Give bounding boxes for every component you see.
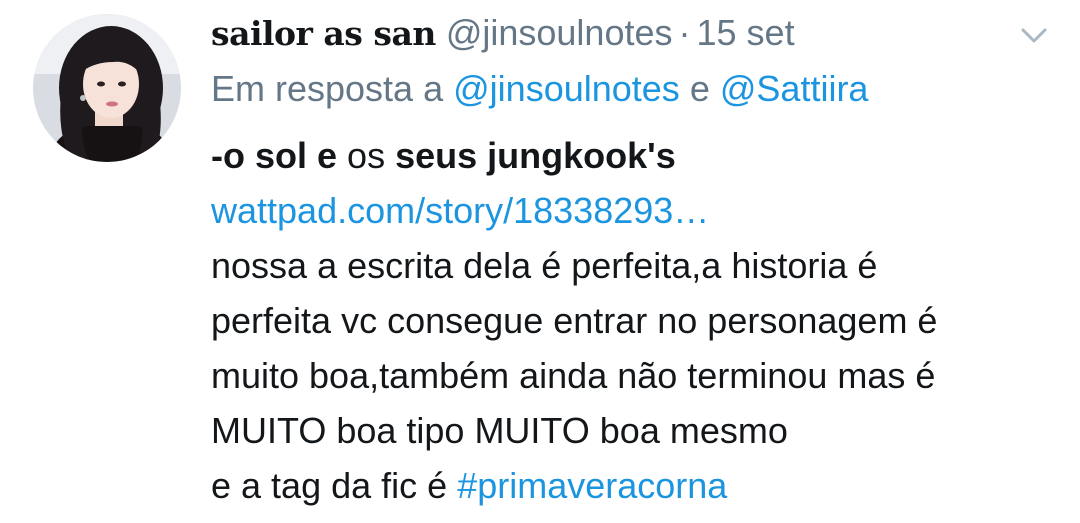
reply-prefix: Em resposta a [211, 68, 444, 109]
tweet-text: -o sol e os seus jungkook's wattpad.com/… [211, 128, 1051, 513]
reply-conjunction: e [689, 68, 710, 109]
text-line: nossa a escrita dela é perfeita,a histor… [211, 245, 878, 286]
hashtag-link[interactable]: #primaveracorna [457, 465, 727, 506]
story-title-part: seus jungkook's [395, 135, 676, 176]
avatar[interactable] [33, 14, 181, 162]
chevron-down-icon[interactable] [1016, 18, 1052, 54]
display-name[interactable]: sailor as san [211, 14, 436, 53]
text-line: MUITO boa tipo MUITO boa mesmo [211, 410, 788, 451]
hashtag-line: e a tag da fic é #primaveracorna [211, 458, 1051, 513]
tweet: sailor as san @jinsoulnotes · 15 set Em res… [0, 0, 1080, 523]
separator-dot: · [678, 12, 691, 53]
story-link-line: wattpad.com/story/18338293… [211, 183, 1051, 238]
story-link[interactable]: wattpad.com/story/18338293… [211, 190, 709, 231]
reply-context: Em resposta a @jinsoulnotes e @Sattiira [211, 66, 868, 112]
story-title-part: -o sol e [211, 135, 338, 176]
user-handle[interactable]: @jinsoulnotes [446, 12, 673, 53]
text-line: e a tag da fic é [211, 465, 448, 506]
text-line: perfeita vc consegue entrar no personage… [211, 300, 938, 341]
tweet-header: sailor as san @jinsoulnotes · 15 set [211, 10, 795, 56]
profile-photo-icon [33, 14, 181, 162]
story-title-line: -o sol e os seus jungkook's [211, 128, 1051, 183]
reply-user-link[interactable]: @Sattiira [720, 68, 869, 109]
text-line: muito boa,também ainda não terminou mas … [211, 355, 936, 396]
reply-user-link[interactable]: @jinsoulnotes [453, 68, 680, 109]
tweet-date[interactable]: 15 set [697, 12, 795, 53]
story-title-part: os [347, 135, 386, 176]
